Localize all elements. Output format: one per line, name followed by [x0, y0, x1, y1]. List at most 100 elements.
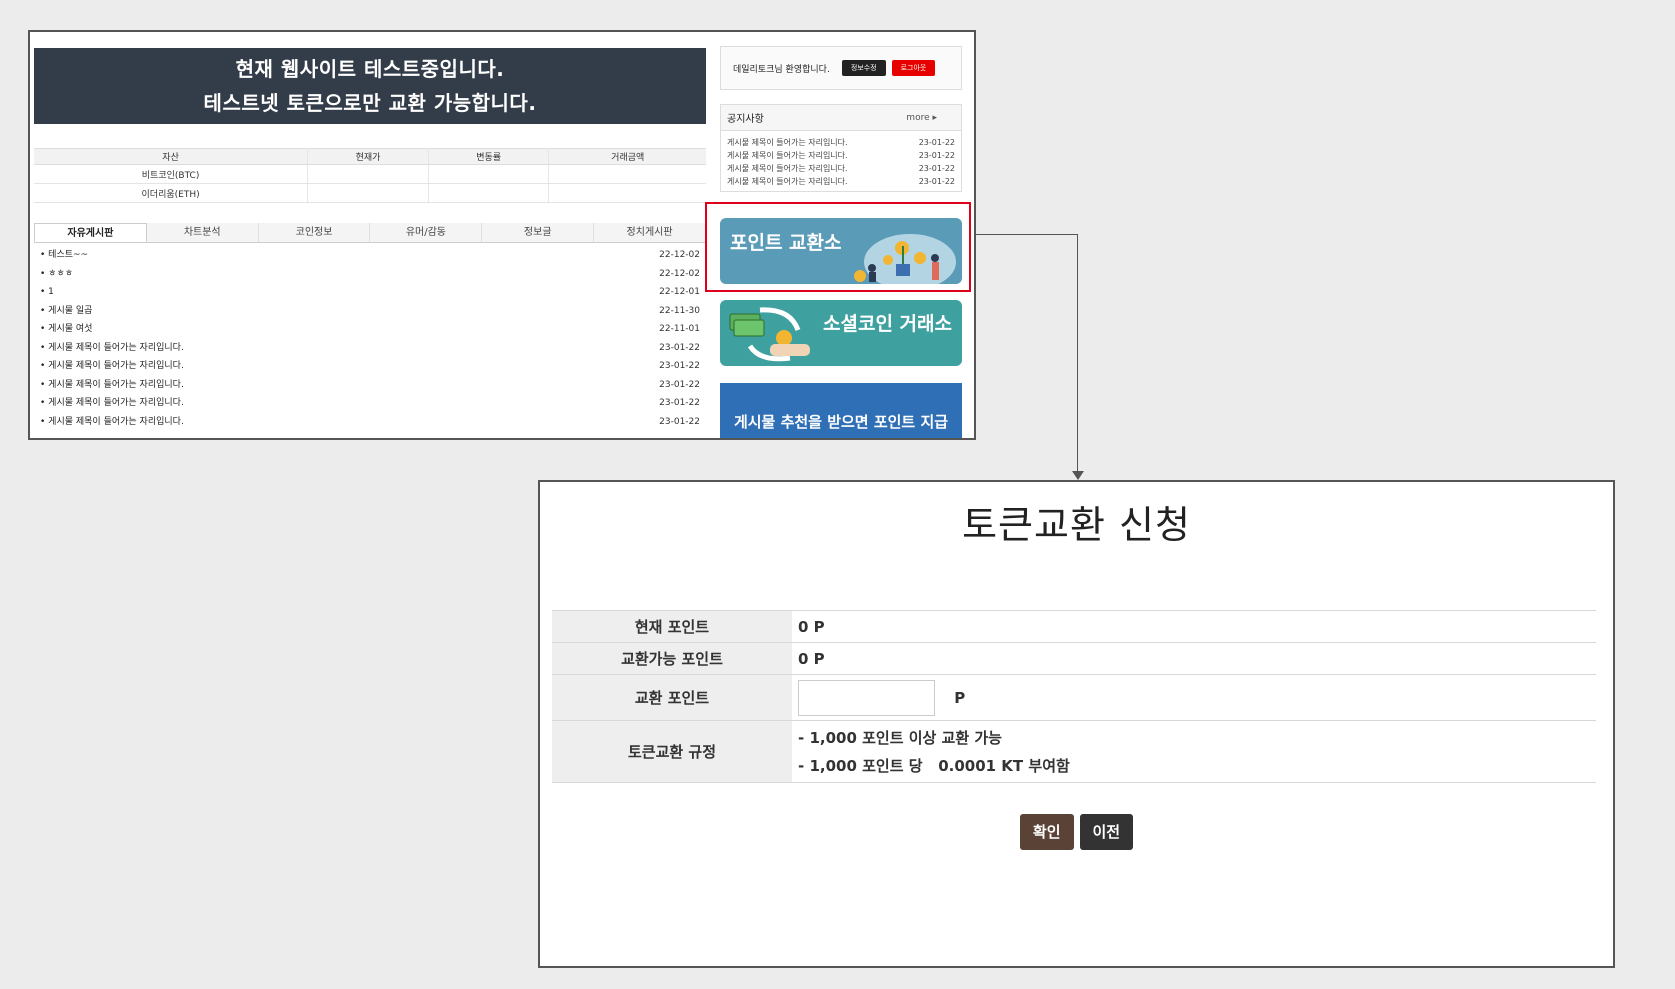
list-item[interactable]: • 게시물 일곱 22-11-30 [34, 302, 706, 321]
sidebar: 데일리토크님 환영합니다. 정보수정 로그아웃 공지사항 more ▸ 게시물 … [720, 46, 962, 192]
token-exchange-dialog: 토큰교환 신청 현재 포인트 0 P 교환가능 포인트 0 P 교환 포인트 P… [538, 480, 1615, 968]
post-title: • 게시물 제목이 들어가는 자리입니다. [40, 342, 184, 353]
notice-title: 공지사항 [727, 114, 764, 125]
tab-humor[interactable]: 유머/감동 [370, 223, 483, 242]
exchange-form-table: 현재 포인트 0 P 교환가능 포인트 0 P 교환 포인트 P 토큰교환 규정… [552, 610, 1596, 783]
list-item[interactable]: • 게시물 제목이 들어가는 자리입니다. 23-01-22 [34, 357, 706, 376]
notice-item-title: 게시물 제목이 들어가는 자리입니다. [727, 177, 848, 186]
recommend-point-label: 게시물 추천을 받으면 포인트 지급 [733, 413, 949, 431]
list-item[interactable]: 게시물 제목이 들어가는 자리입니다. 23-01-22 [727, 136, 955, 149]
post-date: 23-01-22 [659, 416, 700, 427]
col-header-volume: 거래금액 [548, 148, 706, 165]
rule-rate: - 1,000 포인트 당 0.0001 KT 부여함 [798, 756, 1070, 775]
page-title: 토큰교환 신청 [962, 503, 1191, 547]
asset-change [428, 183, 550, 203]
highlight-box [705, 202, 971, 292]
current-points-value: 0 P [792, 610, 1596, 643]
tab-free-board[interactable]: 자유게시판 [34, 223, 147, 242]
post-title: • 테스트~~ [40, 250, 89, 260]
table-row[interactable]: 이더리움(ETH) [34, 183, 706, 203]
tab-chart-analysis[interactable]: 차트분석 [147, 223, 259, 242]
tab-coin-info[interactable]: 코인정보 [259, 223, 371, 242]
notice-item-title: 게시물 제목이 들어가는 자리입니다. [727, 138, 848, 147]
post-title: • 게시물 일곱 [40, 305, 93, 316]
confirm-button[interactable]: 확인 [1019, 814, 1074, 850]
notice-item-title: 게시물 제목이 들어가는 자리입니다. [727, 164, 848, 173]
social-coin-label: 소셜코인 거래소 [823, 313, 952, 335]
notice-box: 공지사항 more ▸ 게시물 제목이 들어가는 자리입니다. 23-01-22 … [720, 104, 962, 192]
dialog-actions: 확인 이전 [540, 814, 1613, 850]
post-title: • 게시물 제목이 들어가는 자리입니다. [40, 416, 184, 427]
asset-name: 비트코인(BTC) [34, 164, 309, 184]
social-coin-exchange-banner[interactable]: 소셜코인 거래소 [720, 300, 962, 366]
post-date: 22-12-02 [659, 268, 700, 279]
post-date: 22-12-02 [659, 250, 700, 260]
welcome-text: 데일리토크님 환영합니다. [733, 64, 830, 75]
login-box: 데일리토크님 환영합니다. 정보수정 로그아웃 [720, 46, 962, 90]
previous-button[interactable]: 이전 [1079, 814, 1134, 850]
test-notice-banner: 현재 웹사이트 테스트중입니다. 테스트넷 토큰으로만 교환 가능합니다. [34, 48, 706, 124]
post-title: • 게시물 제목이 들어가는 자리입니다. [40, 379, 184, 390]
list-item[interactable]: • 게시물 제목이 들어가는 자리입니다. 23-01-22 [34, 376, 706, 395]
arrow-down-icon [1072, 471, 1084, 480]
list-item[interactable]: • 게시물 제목이 들어가는 자리입니다. 23-01-22 [34, 394, 706, 413]
post-title: • 게시물 제목이 들어가는 자리입니다. [40, 398, 184, 408]
logout-button[interactable]: 로그아웃 [891, 60, 936, 76]
list-item[interactable]: • 게시물 여섯 22-11-01 [34, 320, 706, 339]
asset-volume [548, 164, 706, 184]
notice-list: 게시물 제목이 들어가는 자리입니다. 23-01-22 게시물 제목이 들어가는… [721, 131, 961, 188]
board-tabs: 자유게시판 차트분석 코인정보 유머/감동 정보글 정치게시판 [34, 223, 706, 243]
list-item[interactable]: 게시물 제목이 들어가는 자리입니다. 23-01-22 [727, 175, 955, 188]
asset-volume [548, 183, 706, 203]
asset-price [307, 164, 429, 184]
exchange-rules-label: 토큰교환 규정 [552, 720, 792, 783]
post-date: 22-12-01 [659, 287, 700, 297]
list-item[interactable]: • 게시물 제목이 들어가는 자리입니다. 23-01-22 [34, 413, 706, 432]
post-title: • ㅎㅎㅎ [40, 268, 74, 279]
notice-header: 공지사항 more ▸ [721, 105, 961, 131]
list-item[interactable]: 게시물 제목이 들어가는 자리입니다. 23-01-22 [727, 149, 955, 162]
edit-profile-button[interactable]: 정보수정 [841, 60, 886, 76]
points-unit: P [954, 688, 966, 707]
rule-minimum: - 1,000 포인트 이상 교환 가능 [798, 728, 1002, 747]
post-date: 22-11-01 [659, 324, 700, 334]
post-title: • 게시물 여섯 [40, 324, 93, 334]
recommend-point-banner[interactable]: 게시물 추천을 받으면 포인트 지급 [720, 383, 962, 438]
post-date: 23-01-22 [659, 361, 700, 371]
notice-item-date: 23-01-22 [918, 164, 955, 173]
exchange-points-input[interactable] [798, 679, 935, 716]
list-item[interactable]: • 게시물 제목이 들어가는 자리입니다. 23-01-22 [34, 339, 706, 358]
list-item[interactable]: • 테스트~~ 22-12-02 [34, 246, 706, 265]
notice-more-link[interactable]: more ▸ [906, 113, 937, 123]
tab-info[interactable]: 정보글 [482, 223, 595, 242]
asset-change [428, 164, 550, 184]
banner-line-2: 테스트넷 토큰으로만 교환 가능합니다. [203, 91, 537, 115]
list-item[interactable]: • 1 22-12-01 [34, 283, 706, 302]
notice-item-date: 23-01-22 [918, 138, 955, 147]
connector-line [976, 234, 1078, 235]
list-item[interactable]: • ㅎㅎㅎ 22-12-02 [34, 265, 706, 284]
table-row[interactable]: 비트코인(BTC) [34, 164, 706, 184]
asset-price [307, 183, 429, 203]
exchange-points-label: 교환 포인트 [552, 674, 792, 721]
tab-politics[interactable]: 정치게시판 [594, 223, 706, 242]
col-header-asset: 자산 [34, 148, 309, 165]
asset-price-table: 자산 현재가 변동률 거래금액 비트코인(BTC) 이더리움(ETH) [34, 148, 706, 203]
post-date: 23-01-22 [659, 398, 700, 408]
notice-item-title: 게시물 제목이 들어가는 자리입니다. [727, 151, 848, 160]
notice-item-date: 23-01-22 [918, 151, 955, 160]
col-header-change: 변동률 [428, 148, 550, 165]
list-item[interactable]: 게시물 제목이 들어가는 자리입니다. 23-01-22 [727, 162, 955, 175]
board-post-list: • 테스트~~ 22-12-02 • ㅎㅎㅎ 22-12-02 • 1 22-12-0… [34, 246, 706, 431]
current-points-label: 현재 포인트 [552, 610, 792, 643]
banner-line-1: 현재 웹사이트 테스트중입니다. [235, 57, 505, 81]
notice-item-date: 23-01-22 [918, 177, 955, 186]
available-points-label: 교환가능 포인트 [552, 642, 792, 675]
post-date: 22-11-30 [659, 305, 700, 316]
post-date: 23-01-22 [659, 342, 700, 353]
post-date: 23-01-22 [659, 379, 700, 390]
asset-name: 이더리움(ETH) [34, 183, 309, 203]
post-title: • 1 [40, 287, 54, 297]
col-header-price: 현재가 [307, 148, 429, 165]
connector-line [1077, 234, 1078, 471]
